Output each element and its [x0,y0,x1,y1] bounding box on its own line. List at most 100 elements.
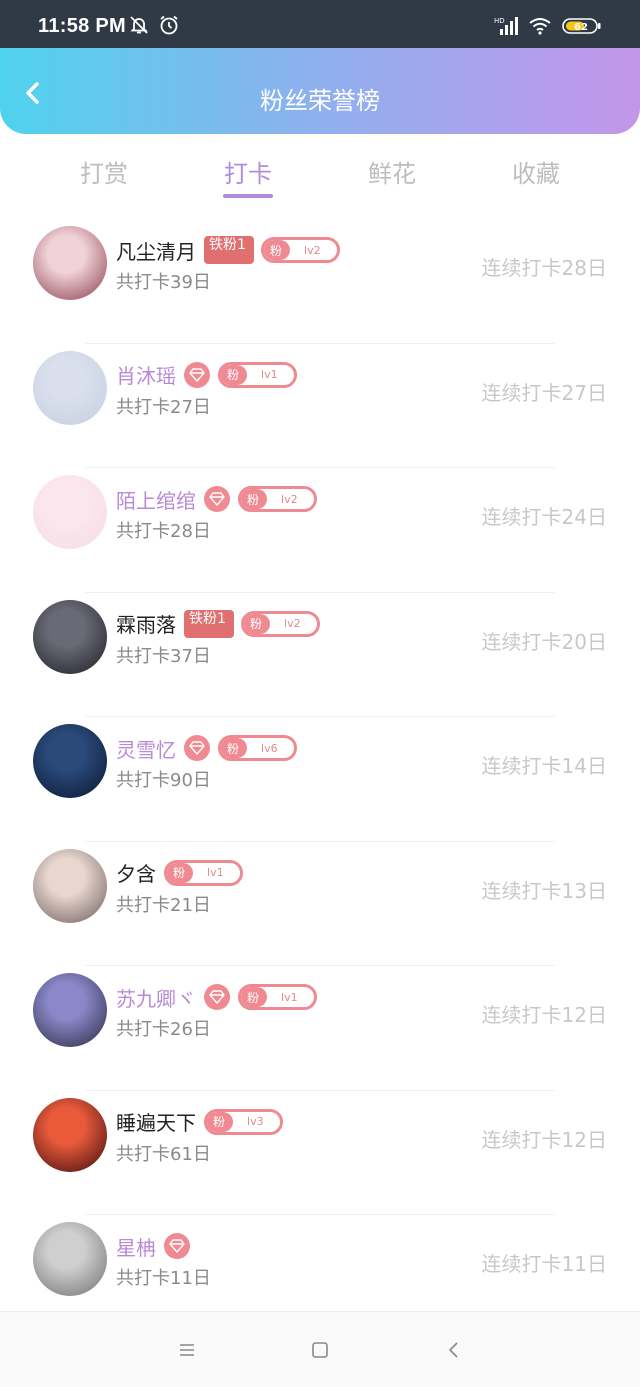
fan-row[interactable]: 凡尘清月 铁粉1 粉 lv2 共打卡39日 连续打卡28日 [0,206,640,331]
name-line: 星柟 [116,1232,198,1260]
avatar[interactable] [33,226,107,300]
streak-checkins: 连续打卡12日 [481,1003,607,1027]
avatar[interactable] [33,1222,107,1296]
user-name[interactable]: 灵雪忆 [116,734,176,763]
fan-badge-label: 粉 [241,987,268,1007]
user-name[interactable]: 夕含 [116,858,156,887]
fan-row[interactable]: 夕含 粉 lv1 共打卡21日 连续打卡13日 [0,829,640,954]
fan-row[interactable]: 星柟 共打卡11日 连续打卡11日 [0,1202,640,1327]
fan-badge-level: lv3 [247,1115,264,1128]
fan-badge-label: 粉 [221,364,248,385]
streak-checkins: 连续打卡11日 [481,1252,607,1276]
diamond-icon [204,486,230,512]
user-name[interactable]: 霖雨落 [116,609,176,638]
avatar[interactable] [33,848,107,923]
fan-level-badge: 粉 lv2 [241,610,320,637]
page-title: 粉丝荣誉榜 [260,87,380,115]
avatar[interactable] [33,350,107,425]
fan-row[interactable]: 肖沐瑶 粉 lv1 共打卡27日 连续打卡27日 [0,331,640,456]
menu-icon[interactable] [177,1340,197,1360]
total-checkins: 共打卡90日 [116,770,211,791]
avatar[interactable] [33,973,107,1047]
signal-icon: HD [494,17,518,35]
fan-ranking-list: 凡尘清月 铁粉1 粉 lv2 共打卡39日 连续打卡28日 肖沐瑶 粉 lv1 … [0,206,640,1327]
fan-row[interactable]: 灵雪忆 粉 lv6 共打卡90日 连续打卡14日 [0,704,640,829]
row-divider [85,467,555,468]
home-square-icon[interactable] [310,1340,330,1360]
total-checkins: 共打卡27日 [116,396,211,418]
fan-level-badge: 粉 lv2 [238,486,317,512]
tab-reward[interactable]: 打赏 [44,154,164,189]
diamond-icon [184,735,210,761]
tab-favorites[interactable]: 收藏 [476,154,596,189]
diamond-icon [204,984,230,1010]
diamond-icon [184,361,210,388]
streak-checkins: 连续打卡24日 [481,505,607,529]
svg-text:HD: HD [494,17,505,25]
total-checkins: 共打卡28日 [116,521,211,542]
fan-row[interactable]: 霖雨落 铁粉1 粉 lv2 共打卡37日 连续打卡20日 [0,580,640,705]
total-checkins: 共打卡61日 [116,1143,211,1165]
back-triangle-icon[interactable] [444,1340,464,1360]
status-time: 11:58 PM [38,15,127,37]
total-checkins: 共打卡21日 [116,894,211,916]
fan-badge-label: 粉 [244,613,271,634]
fan-badge-label: 粉 [264,240,291,260]
name-line: 肖沐瑶 粉 lv1 [116,361,297,389]
user-name[interactable]: 陌上绾绾 [116,485,196,514]
tab-checkin[interactable]: 打卡 [188,154,308,189]
bell-off-icon [130,16,148,34]
total-checkins: 共打卡39日 [116,272,211,293]
streak-checkins: 连续打卡12日 [481,1127,607,1152]
alarm-icon [160,15,178,35]
header-bar: 粉丝荣誉榜 [0,48,640,134]
tab-flowers[interactable]: 鲜花 [332,154,452,189]
row-divider [85,591,555,593]
status-bar: 11:58 PM HD 62 [0,0,640,48]
streak-checkins: 连续打卡20日 [481,629,607,654]
fan-level-badge: 粉 lv3 [204,1108,283,1135]
user-name[interactable]: 星柟 [116,1232,156,1261]
name-line: 睡遍天下 粉 lv3 [116,1108,283,1136]
user-name[interactable]: 凡尘清月 [116,236,196,265]
fan-badge-label: 粉 [221,738,248,758]
user-name[interactable]: 睡遍天下 [116,1107,196,1136]
iron-fan-badge: 铁粉1 [184,609,234,638]
active-tab-indicator [223,194,273,198]
row-divider [85,965,555,966]
avatar[interactable] [33,475,107,549]
fan-badge-label: 粉 [167,862,194,883]
fan-badge-level: lv1 [261,368,278,381]
avatar[interactable] [33,599,107,674]
total-checkins: 共打卡11日 [116,1268,211,1289]
wifi-icon [529,18,551,35]
fan-row[interactable]: 苏九卿ヾ 粉 lv1 共打卡26日 连续打卡12日 [0,953,640,1078]
fan-row[interactable]: 睡遍天下 粉 lv3 共打卡61日 连续打卡12日 [0,1078,640,1203]
user-name[interactable]: 苏九卿ヾ [116,983,196,1012]
fan-level-badge: 粉 lv1 [238,984,317,1010]
fan-badge-level: lv2 [284,617,301,630]
row-divider [85,716,555,717]
row-divider [85,1214,555,1215]
diamond-icon [164,1233,190,1259]
fan-row[interactable]: 陌上绾绾 粉 lv2 共打卡28日 连续打卡24日 [0,455,640,580]
system-nav-bar [0,1311,640,1387]
total-checkins: 共打卡26日 [116,1019,211,1040]
streak-checkins: 连续打卡28日 [481,256,607,280]
name-line: 夕含 粉 lv1 [116,859,243,887]
iron-fan-badge: 铁粉1 [204,236,254,264]
avatar[interactable] [33,724,107,798]
fan-badge-level: lv1 [281,990,298,1004]
row-divider [85,1089,555,1091]
row-divider [85,342,555,344]
name-line: 霖雨落 铁粉1 粉 lv2 [116,609,320,638]
fan-badge-level: lv2 [304,243,321,257]
name-line: 凡尘清月 铁粉1 粉 lv2 [116,236,340,264]
fan-badge-level: lv6 [261,741,278,755]
avatar[interactable] [33,1097,107,1172]
user-name[interactable]: 肖沐瑶 [116,360,176,389]
streak-checkins: 连续打卡13日 [481,878,607,903]
streak-checkins: 连续打卡14日 [481,754,607,778]
streak-checkins: 连续打卡27日 [481,380,607,405]
svg-text:62: 62 [574,22,588,33]
